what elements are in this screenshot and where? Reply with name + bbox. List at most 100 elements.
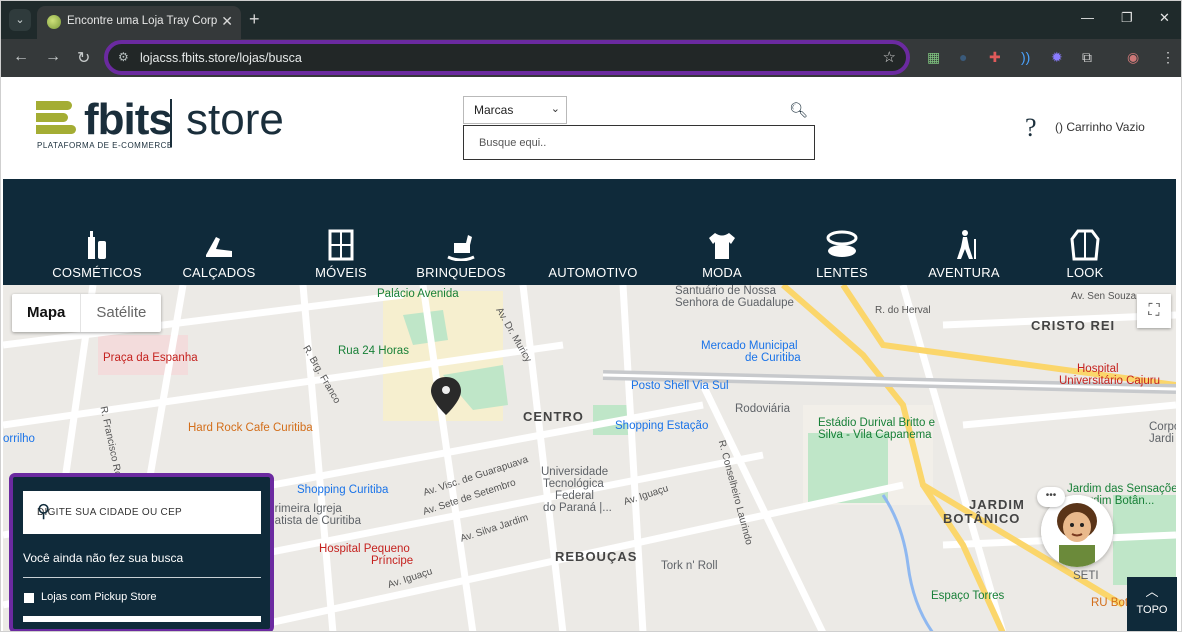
map-label-univ-2[interactable]: Tecnológica [543,478,604,490]
furniture-icon [281,229,401,263]
map-label-hospital-cajuru-1[interactable]: Hospital [1077,363,1119,375]
map-label-praca[interactable]: Praça da Espanha [103,352,198,364]
map-label-hospital-peq-1[interactable]: Hospital Pequeno [319,543,410,555]
map-label-orillo[interactable]: orrilho [3,433,35,445]
site-info-icon[interactable]: ⚙ [118,50,129,64]
map-label-santuario-1[interactable]: Santuário de Nossa [675,285,776,297]
extension-wave-icon[interactable]: )) [1021,49,1030,65]
cart-link[interactable]: () Carrinho Vazio [1055,120,1145,134]
profile-avatar-icon[interactable]: ◉ [1127,49,1139,66]
reload-icon[interactable]: ↻ [77,48,90,68]
extension-red-icon[interactable]: ✚ [989,49,1001,66]
extensions-puzzle-icon[interactable]: ⧉ [1082,49,1092,66]
minimize-icon[interactable]: — [1081,10,1094,25]
map-label-palacio[interactable]: Palácio Avenida [377,288,459,300]
category-look[interactable]: LOOK [1025,229,1145,280]
logo-divider [170,99,172,147]
extension-gear-icon[interactable]: ✹ [1051,49,1063,66]
brand-select[interactable]: Marcas ⌄ [463,96,567,124]
map-label-mercado-1[interactable]: Mercado Municipal [701,340,798,352]
logo-wordmark[interactable]: fbits [84,95,173,145]
map-label-corpo-2[interactable]: Jardi [1149,433,1174,445]
search-icon[interactable]: ⚲ [37,501,249,522]
map-label-shopping-estacao[interactable]: Shopping Estação [615,420,708,432]
chat-bubble-icon[interactable]: ••• [1037,487,1065,507]
map-label-univ-4[interactable]: do Paraná |... [543,502,612,514]
map-label-santuario-2[interactable]: Senhora de Guadalupe [675,297,794,309]
back-to-top-button[interactable]: ︿ TOPO [1127,577,1177,631]
browser-menu-icon[interactable]: ⋮ [1161,49,1175,66]
city-cep-input[interactable]: DIGITE SUA CIDADE OU CEP ⚲ [23,491,261,534]
map-label-estadio-1[interactable]: Estádio Durival Britto e [818,417,935,429]
map-road-herval: R. do Herval [875,305,931,316]
map-label-hospital-peq-2[interactable]: Príncipe [371,555,413,567]
category-aventura[interactable]: AVENTURA [904,229,1024,280]
map-label-corpo-1[interactable]: Corpo [1149,421,1176,433]
map-label-espaco-torres[interactable]: Espaço Torres [931,590,1004,602]
category-brinquedos[interactable]: BRINQUEDOS [401,229,521,280]
category-automotivo[interactable]: AUTOMOTIVO [533,229,653,280]
browser-tab[interactable]: Encontre uma Loja Tray Corp p ✕ [37,6,241,39]
map-label-jardim-sensacoes-1[interactable]: Jardim das Sensações [1067,483,1176,495]
category-moda[interactable]: MODA [662,229,782,280]
close-tab-icon[interactable]: ✕ [221,13,233,30]
results-area [23,616,261,622]
back-icon[interactable]: ← [13,48,29,66]
chevron-up-icon: ︿ [1145,584,1159,599]
map-label-rodoviaria[interactable]: Rodoviária [735,403,790,415]
map-label-hospital-cajuru-2[interactable]: Universitário Cajuru [1059,375,1160,387]
logo-store-text[interactable]: store [186,95,284,145]
cosmetics-icon [37,229,157,263]
bookmark-star-icon[interactable]: ☆ [883,48,896,66]
logo-mark-icon[interactable] [36,101,76,141]
restore-icon[interactable]: ❐ [1121,10,1133,26]
extension-sheet-icon[interactable]: ▦ [927,49,940,66]
new-tab-icon[interactable]: + [249,9,260,30]
category-lentes[interactable]: LENTES [782,229,902,280]
map-label-univ-3[interactable]: Federal [555,490,594,502]
map-label-ru[interactable]: RU Bot [1091,597,1128,609]
brand-select-value: Marcas [474,103,514,117]
map-label-jardim-botanico-2: BOTÂNICO [943,511,1021,526]
map-label-igreja-2[interactable]: Batista de Curitiba [267,515,361,527]
fullscreen-icon[interactable]: ⛶ [1137,294,1171,328]
map-label-hardrock[interactable]: Hard Rock Cafe Curitiba [188,422,313,434]
address-bar[interactable]: ⚙ lojacss.fbits.store/lojas/busca ☆ [104,40,910,75]
shoes-icon [159,229,279,263]
map-label-igreja-1[interactable]: Primeira Igreja [267,503,342,515]
category-cosmeticos[interactable]: COSMÉTICOS [37,229,157,280]
tshirt-icon [662,229,782,263]
map-label-torknroll[interactable]: Tork n' Roll [661,560,718,572]
tab-bar: ⌄ Encontre uma Loja Tray Corp p ✕ + — ❐ … [1,1,1181,39]
search-input[interactable]: Busque equi.. [463,125,815,160]
extension-blue-icon[interactable]: ● [959,49,967,65]
map-label-univ-1[interactable]: Universidade [541,466,608,478]
map-type-map-button[interactable]: Mapa [12,294,80,332]
car-icon [533,229,653,263]
lenses-icon [782,229,902,263]
category-calcados[interactable]: CALÇADOS [159,229,279,280]
map-label-posto[interactable]: Posto Shell Via Sul [631,380,729,392]
category-menu: COSMÉTICOS CALÇADOS MÓVEIS BRINQUEDOS AU… [3,179,1176,285]
help-icon[interactable]: ? [1025,113,1037,143]
map-label-mercado-2[interactable]: de Curitiba [745,352,801,364]
browser-toolbar: ← → ↻ ⚙ lojacss.fbits.store/lojas/busca … [1,39,1181,77]
map-label-rua24[interactable]: Rua 24 Horas [338,345,409,357]
url-text: lojacss.fbits.store/lojas/busca [140,51,302,65]
category-moveis[interactable]: MÓVEIS [281,229,401,280]
map-label-seti[interactable]: SETI [1073,570,1099,582]
map-label-shopping-curitiba[interactable]: Shopping Curitiba [297,484,388,496]
rocking-horse-icon [401,229,521,263]
hiker-icon [904,229,1024,263]
tab-search-button[interactable]: ⌄ [9,9,31,31]
category-label: AUTOMOTIVO [548,265,638,280]
map-label-reboucas: REBOUÇAS [555,549,638,564]
pickup-store-label[interactable]: Lojas com Pickup Store [41,591,157,603]
map-type-satellite-button[interactable]: Satélite [80,294,161,332]
pickup-store-checkbox[interactable] [24,593,34,603]
close-window-icon[interactable]: ✕ [1159,10,1170,26]
forward-icon[interactable]: → [45,48,61,66]
category-label: MÓVEIS [315,265,367,280]
map-label-estadio-2[interactable]: Silva - Vila Capanema [818,429,932,441]
search-icon[interactable]: 🔍︎ [789,101,808,119]
